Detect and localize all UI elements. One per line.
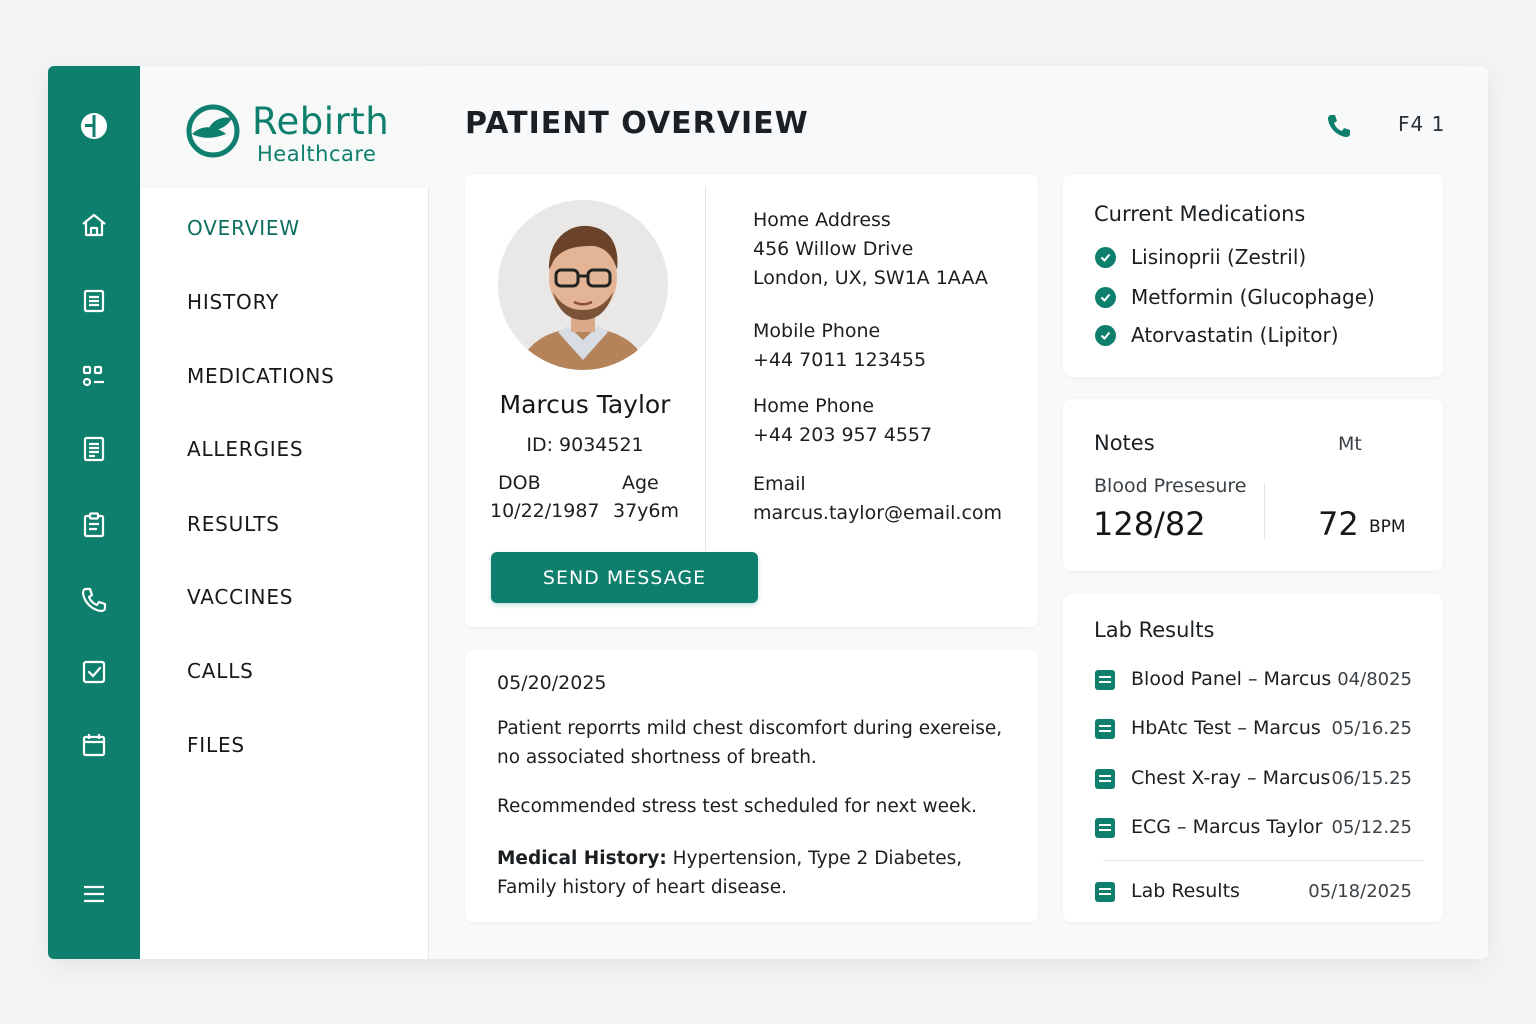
lab-result-name: Chest X-ray – Marcus bbox=[1131, 767, 1331, 789]
icon-rail bbox=[48, 66, 140, 959]
lab-result-date: 05/16.25 bbox=[1331, 718, 1413, 739]
nav-item-history[interactable]: HISTORY bbox=[187, 290, 279, 314]
brand-subtitle: Healthcare bbox=[257, 142, 377, 166]
lab-result-name: Blood Panel – Marcus bbox=[1131, 668, 1332, 690]
cross-logo-icon[interactable] bbox=[78, 110, 110, 142]
medication-item: Metformin (Glucophage) bbox=[1095, 285, 1375, 309]
age-value: 37y6m bbox=[613, 500, 680, 522]
dob-value: 10/22/1987 bbox=[490, 500, 600, 522]
vitals-card: Notes Mt Blood Presesure 128/82 72 BPM bbox=[1063, 399, 1443, 571]
check-circle-icon bbox=[1095, 246, 1116, 268]
checkbox-icon[interactable] bbox=[78, 656, 110, 688]
document-icon[interactable] bbox=[78, 285, 110, 317]
app-window: Rebirth Healthcare OVERVIEW HISTORY MEDI… bbox=[48, 66, 1488, 959]
medication-name: Lisinoprii (Zestril) bbox=[1131, 245, 1307, 269]
lab-report-icon bbox=[1095, 769, 1115, 789]
lab-result-row[interactable]: Blood Panel – Marcus 04/8025 bbox=[1095, 666, 1415, 694]
nav-item-allergies[interactable]: ALLERGIES bbox=[187, 437, 303, 461]
home-phone-value[interactable]: +44 203 957 4557 bbox=[753, 421, 932, 450]
mobile-value[interactable]: +44 7011 123455 bbox=[753, 346, 926, 375]
blood-pressure-label: Blood Presesure bbox=[1094, 475, 1247, 497]
lab-report-icon bbox=[1095, 818, 1115, 838]
address-label: Home Address bbox=[753, 209, 891, 231]
medication-item: Lisinoprii (Zestril) bbox=[1095, 245, 1306, 269]
page-title: PATIENT OVERVIEW bbox=[465, 106, 809, 141]
check-circle-icon bbox=[1095, 324, 1116, 346]
send-message-button[interactable]: SEND MESSAGE bbox=[491, 552, 758, 603]
lab-results-title: Lab Results bbox=[1094, 618, 1215, 642]
lab-result-date: 05/12.25 bbox=[1331, 817, 1413, 838]
apps-icon[interactable] bbox=[78, 360, 110, 392]
lab-result-date: 06/15.25 bbox=[1331, 768, 1413, 789]
brand-name: Rebirth bbox=[252, 100, 390, 143]
nav-item-results[interactable]: RESULTS bbox=[187, 512, 280, 536]
receipt-icon[interactable] bbox=[78, 433, 110, 465]
lab-result-row[interactable]: ECG – Marcus Taylor 05/12.25 bbox=[1095, 814, 1415, 842]
phone-icon[interactable] bbox=[78, 584, 110, 616]
dob-label: DOB bbox=[498, 472, 541, 494]
menu-icon[interactable] bbox=[78, 878, 110, 910]
vitals-divider bbox=[1264, 483, 1265, 539]
lab-result-date: 05/18/2025 bbox=[1308, 881, 1412, 902]
medications-card: Current Medications Lisinoprii (Zestril)… bbox=[1063, 174, 1443, 377]
mobile-label: Mobile Phone bbox=[753, 320, 881, 342]
clipboard-icon[interactable] bbox=[78, 509, 110, 541]
lab-result-row[interactable]: HbAtc Test – Marcus 05/16.25 bbox=[1095, 715, 1415, 743]
mobile-block: Mobile Phone +44 7011 123455 bbox=[753, 317, 926, 375]
check-circle-icon bbox=[1095, 286, 1116, 308]
header-code[interactable]: F4 1 bbox=[1398, 112, 1445, 136]
home-phone-block: Home Phone +44 203 957 4557 bbox=[753, 392, 932, 450]
side-navigation: Rebirth Healthcare OVERVIEW HISTORY MEDI… bbox=[140, 66, 429, 959]
patient-id: ID: 9034521 bbox=[526, 434, 644, 456]
address-block: Home Address 456 Willow Drive London, UX… bbox=[753, 206, 988, 293]
note-text-2: Recommended stress test scheduled for ne… bbox=[497, 796, 978, 817]
address-line1: 456 Willow Drive bbox=[753, 238, 914, 260]
note-date: 05/20/2025 bbox=[497, 672, 607, 694]
email-block: Email marcus.taylor@email.com bbox=[753, 470, 1002, 528]
heart-rate-value: 72 bbox=[1318, 505, 1359, 543]
brand-header: Rebirth Healthcare bbox=[140, 66, 429, 188]
heart-rate-unit: BPM bbox=[1369, 517, 1406, 537]
email-value[interactable]: marcus.taylor@email.com bbox=[753, 499, 1002, 528]
nav-item-calls[interactable]: CALLS bbox=[187, 659, 254, 683]
clinical-note-card: 05/20/2025 Patient reporrts mild chest d… bbox=[465, 650, 1038, 922]
lab-report-icon bbox=[1095, 719, 1115, 739]
leaf-logo-icon bbox=[186, 104, 240, 158]
address-line2: London, UX, SW1A 1AAA bbox=[753, 267, 988, 289]
medical-history-label: Medical History: bbox=[497, 848, 667, 869]
lab-result-row[interactable]: Lab Results 05/18/2025 bbox=[1095, 878, 1415, 906]
profile-divider bbox=[705, 186, 706, 551]
vitals-extra: Mt bbox=[1338, 433, 1362, 455]
nav-item-files[interactable]: FILES bbox=[187, 733, 245, 757]
medication-item: Atorvastatin (Lipitor) bbox=[1095, 323, 1339, 347]
medication-name: Metformin (Glucophage) bbox=[1131, 285, 1375, 309]
lab-results-card: Lab Results Blood Panel – Marcus 04/8025… bbox=[1063, 594, 1443, 922]
vitals-title: Notes bbox=[1094, 431, 1155, 455]
calendar-icon[interactable] bbox=[78, 729, 110, 761]
medication-name: Atorvastatin (Lipitor) bbox=[1131, 323, 1339, 347]
patient-profile-card: Marcus Taylor ID: 9034521 DOB Age 10/22/… bbox=[465, 174, 1038, 627]
home-phone-label: Home Phone bbox=[753, 395, 875, 417]
nav-item-vaccines[interactable]: VACCINES bbox=[187, 585, 293, 609]
lab-report-icon bbox=[1095, 882, 1115, 902]
lab-result-name: HbAtc Test – Marcus bbox=[1131, 717, 1321, 739]
note-text-1: Patient reporrts mild chest discomfort d… bbox=[497, 718, 1003, 768]
nav-item-medications[interactable]: MEDICATIONS bbox=[187, 364, 335, 388]
age-label: Age bbox=[622, 472, 659, 494]
patient-avatar bbox=[498, 200, 668, 370]
lab-result-row[interactable]: Chest X-ray – Marcus 06/15.25 bbox=[1095, 765, 1415, 793]
nav-item-overview[interactable]: OVERVIEW bbox=[187, 216, 300, 240]
lab-divider bbox=[1103, 860, 1423, 861]
lab-result-name: Lab Results bbox=[1131, 880, 1240, 902]
lab-result-name: ECG – Marcus Taylor bbox=[1131, 816, 1323, 838]
medical-history: Medical History: Hypertension, Type 2 Di… bbox=[497, 844, 1007, 902]
blood-pressure-value: 128/82 bbox=[1093, 505, 1206, 543]
call-phone-icon[interactable] bbox=[1324, 111, 1354, 141]
patient-name: Marcus Taylor bbox=[499, 390, 671, 419]
medications-title: Current Medications bbox=[1094, 202, 1306, 226]
email-label: Email bbox=[753, 473, 806, 495]
lab-result-date: 04/8025 bbox=[1337, 669, 1412, 690]
lab-report-icon bbox=[1095, 670, 1115, 690]
home-icon[interactable] bbox=[78, 209, 110, 241]
